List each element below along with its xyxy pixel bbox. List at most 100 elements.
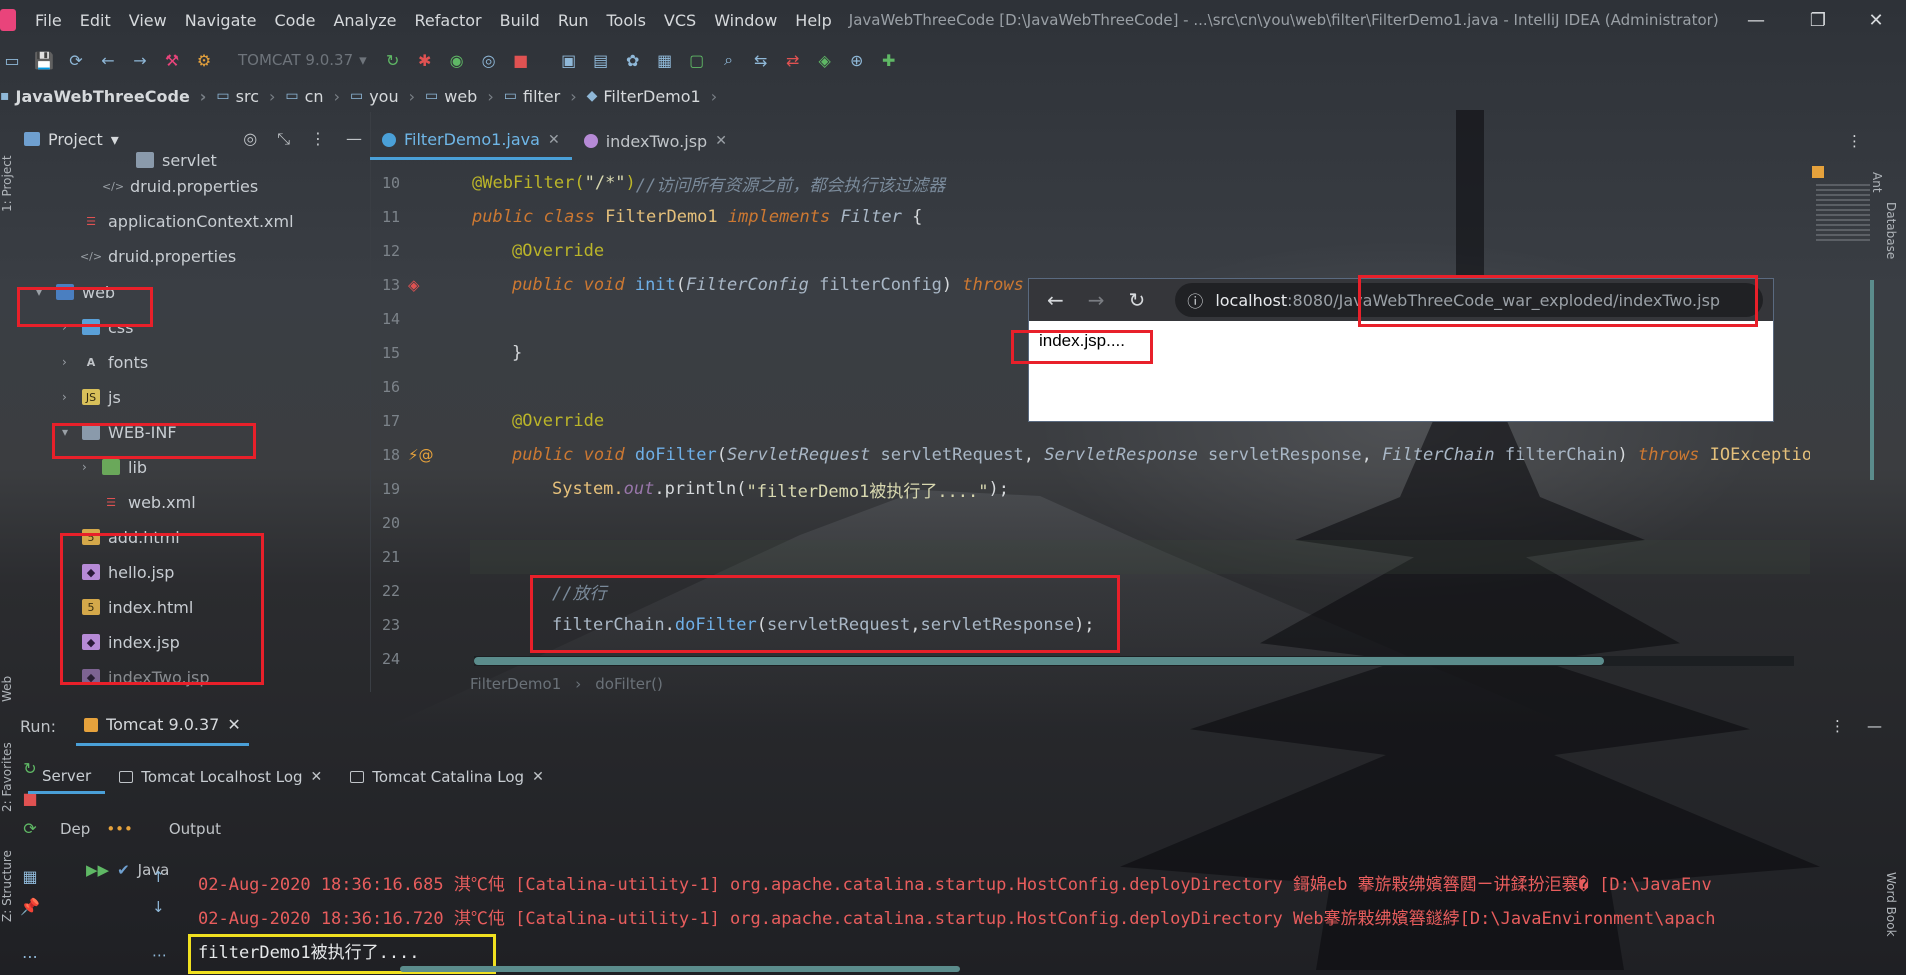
editor-horizontal-scrollbar[interactable] — [474, 656, 1794, 666]
structure-tool-window-label[interactable]: Z: Structure — [0, 850, 14, 922]
breadcrumb-project[interactable]: ▪ JavaWebThreeCode › — [0, 87, 216, 106]
menu-code[interactable]: Code — [266, 11, 325, 30]
menu-analyze[interactable]: Analyze — [324, 11, 405, 30]
run-config-selector[interactable]: TOMCAT 9.0.37 ▾ — [224, 51, 373, 69]
restore-icon[interactable]: ❐ — [1788, 0, 1848, 40]
save-icon[interactable]: 💾 — [32, 48, 56, 72]
code-breadcrumb-class[interactable]: FilterDemo1 — [470, 675, 561, 693]
project-view-selector[interactable]: Project ▾ — [16, 130, 119, 149]
tab-filterdemo1[interactable]: FilterDemo1.java ✕ — [370, 122, 572, 160]
build-icon[interactable]: ⚙ — [192, 48, 216, 72]
close-tab-icon[interactable]: ✕ — [548, 132, 560, 148]
close-tab-icon[interactable]: ✕ — [532, 769, 544, 785]
menu-tools[interactable]: Tools — [598, 11, 655, 30]
more-icon[interactable]: ⋯ — [22, 947, 38, 966]
console-horizontal-scrollbar[interactable] — [400, 966, 960, 972]
project-tool-window-label[interactable]: 1: Project — [0, 155, 14, 212]
menu-navigate[interactable]: Navigate — [176, 11, 266, 30]
web-tool-window-label[interactable]: Web — [0, 676, 14, 702]
menu-run[interactable]: Run — [549, 11, 598, 30]
translate-icon[interactable]: ⇆ — [749, 48, 773, 72]
output-label[interactable]: Output — [169, 820, 221, 838]
chevron-right-icon[interactable]: › — [82, 460, 94, 474]
hammer-icon[interactable]: ⚒ — [160, 48, 184, 72]
debug-icon[interactable]: ✱ — [413, 48, 437, 72]
vcs-icon[interactable]: ◈ — [813, 48, 837, 72]
project-structure-icon[interactable]: ▤ — [589, 48, 613, 72]
forward-icon[interactable]: → — [128, 48, 152, 72]
close-icon[interactable]: ✕ — [1846, 0, 1906, 40]
coverage-icon[interactable]: ◉ — [445, 48, 469, 72]
menu-view[interactable]: View — [120, 11, 176, 30]
stop-icon[interactable]: ■ — [509, 48, 533, 72]
run-tab-tomcat[interactable]: Tomcat 9.0.37 ✕ — [76, 706, 249, 746]
tab-indextwo[interactable]: indexTwo.jsp ✕ — [572, 122, 739, 160]
editor-options-icon[interactable]: ⋮ — [1847, 132, 1880, 160]
menu-edit[interactable]: Edit — [71, 11, 120, 30]
profile-icon[interactable]: ◎ — [477, 48, 501, 72]
tree-item-fonts[interactable]: › A fonts — [62, 348, 148, 376]
console-icon[interactable]: ▢ — [685, 48, 709, 72]
settings-icon[interactable]: ✿ — [621, 48, 645, 72]
tree-item-servlet[interactable]: servlet — [136, 150, 217, 174]
breadcrumb-you[interactable]: ▭ you › — [350, 87, 425, 106]
editor-vertical-scrollbar[interactable] — [1870, 280, 1874, 480]
update-icon[interactable]: ⟳ — [22, 819, 38, 838]
override-method-icon[interactable]: ⚡@ — [408, 446, 434, 464]
database-tool-window-label[interactable]: Database — [1884, 202, 1898, 259]
translate-alt-icon[interactable]: ⇄ — [781, 48, 805, 72]
scroll-down-icon[interactable]: ↓ — [152, 898, 165, 916]
hide-icon[interactable]: — — [346, 129, 362, 149]
rerun-icon[interactable]: ↻ — [381, 48, 405, 72]
forward-icon[interactable]: → — [1088, 288, 1105, 312]
git-icon[interactable]: ⊕ — [845, 48, 869, 72]
scrollbar-thumb[interactable] — [474, 657, 1604, 665]
pin-icon[interactable]: 📌 — [20, 897, 40, 916]
breadcrumb-cn[interactable]: ▭ cn › — [285, 87, 350, 106]
code-breadcrumb-method[interactable]: doFilter() — [595, 675, 663, 693]
menu-help[interactable]: Help — [786, 11, 840, 30]
menu-refactor[interactable]: Refactor — [406, 11, 491, 30]
back-icon[interactable]: ← — [1047, 288, 1064, 312]
editor-minimap[interactable] — [1812, 160, 1874, 480]
reload-icon[interactable]: ↻ — [1129, 288, 1146, 312]
back-icon[interactable]: ← — [96, 48, 120, 72]
implement-method-icon[interactable]: ◈ — [408, 276, 420, 294]
collapse-icon[interactable]: ⤡ — [277, 129, 290, 149]
breadcrumb-class[interactable]: ◆ FilterDemo1 › — [587, 87, 728, 106]
tab-catalina-log[interactable]: Tomcat Catalina Log ✕ — [336, 760, 558, 794]
breadcrumb-filter[interactable]: ▭ filter › — [504, 87, 587, 106]
word-book-tool-window-label[interactable]: Word Book — [1884, 872, 1898, 937]
hide-panel-icon[interactable]: — — [1867, 717, 1882, 735]
folder-icon[interactable]: ▭ — [0, 48, 24, 72]
chevron-right-icon[interactable]: › — [62, 390, 74, 404]
menu-build[interactable]: Build — [491, 11, 549, 30]
tab-localhost-log[interactable]: Tomcat Localhost Log ✕ — [105, 760, 336, 794]
favorites-tool-window-label[interactable]: 2: Favorites — [0, 742, 14, 812]
tree-item-druid-properties[interactable]: </> druid.properties — [102, 172, 258, 200]
menu-window[interactable]: Window — [705, 11, 786, 30]
more-actions-icon[interactable]: ⋯ — [152, 946, 167, 964]
search-icon[interactable]: ⌕ — [717, 48, 741, 72]
breadcrumb-src[interactable]: ▭ src › — [216, 87, 285, 106]
layout-icon[interactable]: ▦ — [22, 867, 38, 886]
minimize-icon[interactable]: — — [1726, 0, 1786, 40]
plugin-icon[interactable]: ✚ — [877, 48, 901, 72]
scroll-up-icon[interactable]: ↑ — [152, 868, 165, 886]
tree-item-web-xml[interactable]: ☰ web.xml — [102, 488, 196, 516]
menu-vcs[interactable]: VCS — [655, 11, 705, 30]
menu-file[interactable]: File — [26, 11, 71, 30]
locate-icon[interactable]: ◎ — [243, 129, 257, 149]
chevron-right-icon[interactable]: › — [62, 355, 74, 369]
options-icon[interactable]: ⋮ — [310, 129, 326, 149]
terminal-icon[interactable]: ▣ — [557, 48, 581, 72]
structure-icon[interactable]: ▦ — [653, 48, 677, 72]
run-options-icon[interactable]: ⋮ — [1830, 717, 1845, 735]
close-tab-icon[interactable]: ✕ — [311, 769, 323, 785]
sync-icon[interactable]: ⟳ — [64, 48, 88, 72]
tree-item-druid-properties-root[interactable]: </> druid.properties — [80, 242, 236, 270]
tree-item-js[interactable]: › JS js — [62, 383, 121, 411]
deployment-label[interactable]: Dep — [60, 820, 90, 838]
tree-item-application-context[interactable]: ☰ applicationContext.xml — [82, 207, 293, 235]
tab-server[interactable]: Server — [28, 760, 106, 794]
